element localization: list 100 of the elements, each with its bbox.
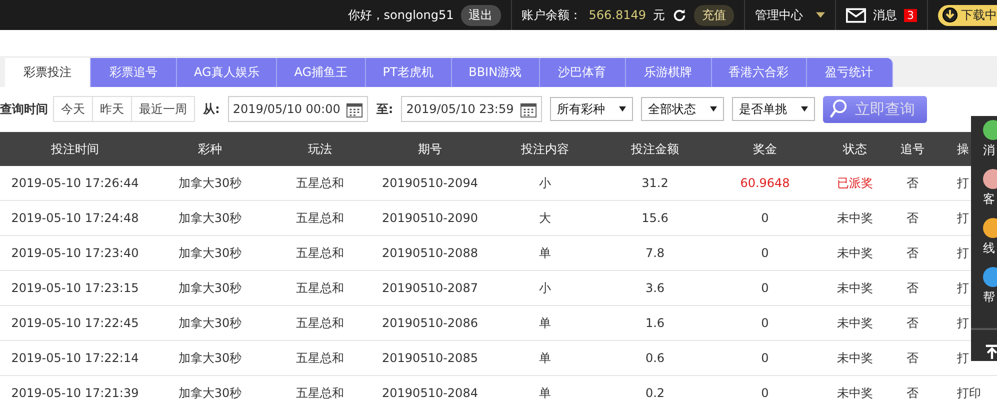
table-cell-text: 未中奖 [836, 244, 874, 262]
date-range-button[interactable]: 昨天 [92, 96, 132, 122]
table-cell-text: 20190510-2094 [381, 176, 479, 190]
table-cell-text: 加拿大30秒 [177, 210, 243, 226]
table-cell-text: 0 [760, 246, 770, 260]
table-cell-text: 2019-05-10 17:22:45 [10, 316, 140, 330]
table-cell-text: 加拿大30秒 [177, 384, 243, 402]
query-time-label: 查询时间 [0, 100, 48, 118]
dropdown-arrow-icon [710, 106, 717, 112]
table-cell-text: 2019-05-10 17:24:48 [10, 211, 140, 225]
tab[interactable]: 香港六合彩 [712, 58, 807, 87]
table-cell-text: 加拿大30秒 [177, 280, 243, 296]
print-link[interactable]: 打 [957, 280, 969, 294]
column-header: 状态 [842, 140, 868, 158]
print-link[interactable]: 打 [957, 210, 969, 224]
tab[interactable]: 乐游棋牌 [626, 58, 712, 87]
print-link[interactable]: 打印 [957, 386, 981, 400]
side-panel-label[interactable]: 线 [983, 240, 995, 257]
filter-dropdown[interactable]: 是否单挑 [732, 97, 815, 121]
table-cell-text: 20190510-2090 [381, 211, 479, 225]
table-cell-text: 0 [760, 386, 770, 400]
table-cell-text: 否 [906, 280, 920, 296]
table-cell-text: 未中奖 [836, 210, 874, 226]
table-cell-text: 未中奖 [836, 314, 874, 332]
table-cell-text: 7.8 [644, 246, 666, 260]
date-range-button[interactable]: 今天 [53, 96, 93, 122]
tab[interactable]: 沙巴体育 [540, 58, 626, 87]
table-cell-text: 0 [760, 351, 770, 365]
table-cell-text: 未中奖 [836, 350, 874, 366]
table-cell-text: 五星总和 [295, 244, 345, 262]
messages-link[interactable]: 消息 [873, 6, 897, 24]
balance-label: 账户余额： [522, 6, 582, 24]
table-cell-text: 0.2 [644, 386, 666, 400]
date-range-button[interactable]: 最近一周 [131, 96, 195, 122]
table-cell-text: 大 [538, 210, 552, 226]
table-cell-text: 2019-05-10 17:26:44 [10, 176, 140, 190]
greeting-text: 你好，songlong51 [348, 6, 454, 24]
end-date-field[interactable]: 2019/05/10 23:59 [401, 96, 542, 122]
tab[interactable]: 彩票追号 [91, 58, 177, 87]
print-link[interactable]: 打 [957, 350, 969, 364]
calendar-icon[interactable] [346, 100, 364, 118]
side-panel-label[interactable]: 消 [983, 142, 995, 159]
table-cell-text: 未中奖 [836, 384, 874, 402]
table-cell-text: 0 [760, 316, 770, 330]
recharge-button[interactable]: 充值 [694, 4, 734, 26]
table-cell-text: 2019-05-10 17:23:15 [10, 281, 140, 295]
table-cell-text: 五星总和 [295, 210, 345, 226]
table-cell-text: 加拿大30秒 [177, 174, 243, 192]
table-cell-text: 1.6 [644, 316, 666, 330]
table-cell-text: 0 [760, 281, 770, 295]
table-cell-text: 20190510-2088 [381, 246, 479, 260]
refresh-icon[interactable] [672, 8, 687, 22]
tab[interactable]: BBIN游戏 [452, 58, 540, 87]
table-cell-text: 3.6 [644, 281, 666, 295]
table-cell-text: 单 [538, 244, 552, 262]
tab[interactable]: AG真人娱乐 [177, 58, 278, 87]
from-label: 从: [203, 100, 220, 118]
table-cell-text: 31.2 [640, 176, 670, 190]
filter-dropdown[interactable]: 所有彩种 [550, 97, 633, 121]
table-cell-text: 五星总和 [295, 350, 345, 366]
table-cell-text: 60.9648 [739, 176, 791, 190]
table-cell-text: 单 [538, 314, 552, 332]
table-cell-text: 未中奖 [836, 280, 874, 296]
table-cell-text: 2019-05-10 17:21:39 [10, 386, 140, 400]
logout-button[interactable]: 退出 [460, 4, 501, 26]
side-panel-label[interactable]: 客 [983, 191, 995, 208]
table-cell-text: 2019-05-10 17:23:40 [10, 246, 140, 260]
table-cell-text: 20190510-2087 [381, 281, 479, 295]
download-button[interactable]: 下载中 [938, 4, 997, 26]
dropdown-arrow-icon [800, 106, 808, 112]
tab[interactable]: AG捕鱼王 [277, 58, 366, 87]
table-cell-text: 加拿大30秒 [177, 314, 243, 332]
table-cell-text: 否 [906, 244, 920, 262]
table-cell-text: 单 [538, 384, 552, 402]
table-cell-text: 小 [538, 280, 552, 296]
currency-text: 元 [653, 6, 665, 24]
table-cell-text: 单 [538, 350, 552, 366]
print-link[interactable]: 打 [957, 246, 969, 260]
dropdown-arrow-icon [618, 106, 626, 112]
back-to-top-icon[interactable] [985, 344, 997, 360]
print-link[interactable]: 打 [957, 176, 969, 190]
tab[interactable]: 盈亏统计 [806, 58, 893, 87]
table-cell-text: 20190510-2085 [381, 351, 479, 365]
mail-icon[interactable] [846, 8, 866, 22]
tab[interactable]: PT老虎机 [366, 58, 452, 87]
caret-icon[interactable] [816, 12, 825, 18]
calendar-icon[interactable] [520, 100, 537, 118]
table-cell-text: 加拿大30秒 [177, 350, 243, 366]
filter-dropdown[interactable]: 全部状态 [640, 97, 724, 121]
table-cell-text: 否 [906, 350, 920, 366]
side-panel-label[interactable]: 帮 [983, 289, 995, 306]
admin-menu[interactable]: 管理中心 [755, 6, 803, 24]
download-icon [942, 7, 958, 23]
table-cell-text: 加拿大30秒 [177, 244, 243, 262]
to-label: 至: [376, 100, 394, 118]
table-cell-text: 否 [906, 174, 920, 192]
tab[interactable]: 彩票投注 [5, 58, 91, 87]
column-header: 追号 [900, 140, 926, 158]
start-date-field[interactable]: 2019/05/10 00:00 [228, 96, 368, 122]
print-link[interactable]: 打 [957, 316, 969, 330]
